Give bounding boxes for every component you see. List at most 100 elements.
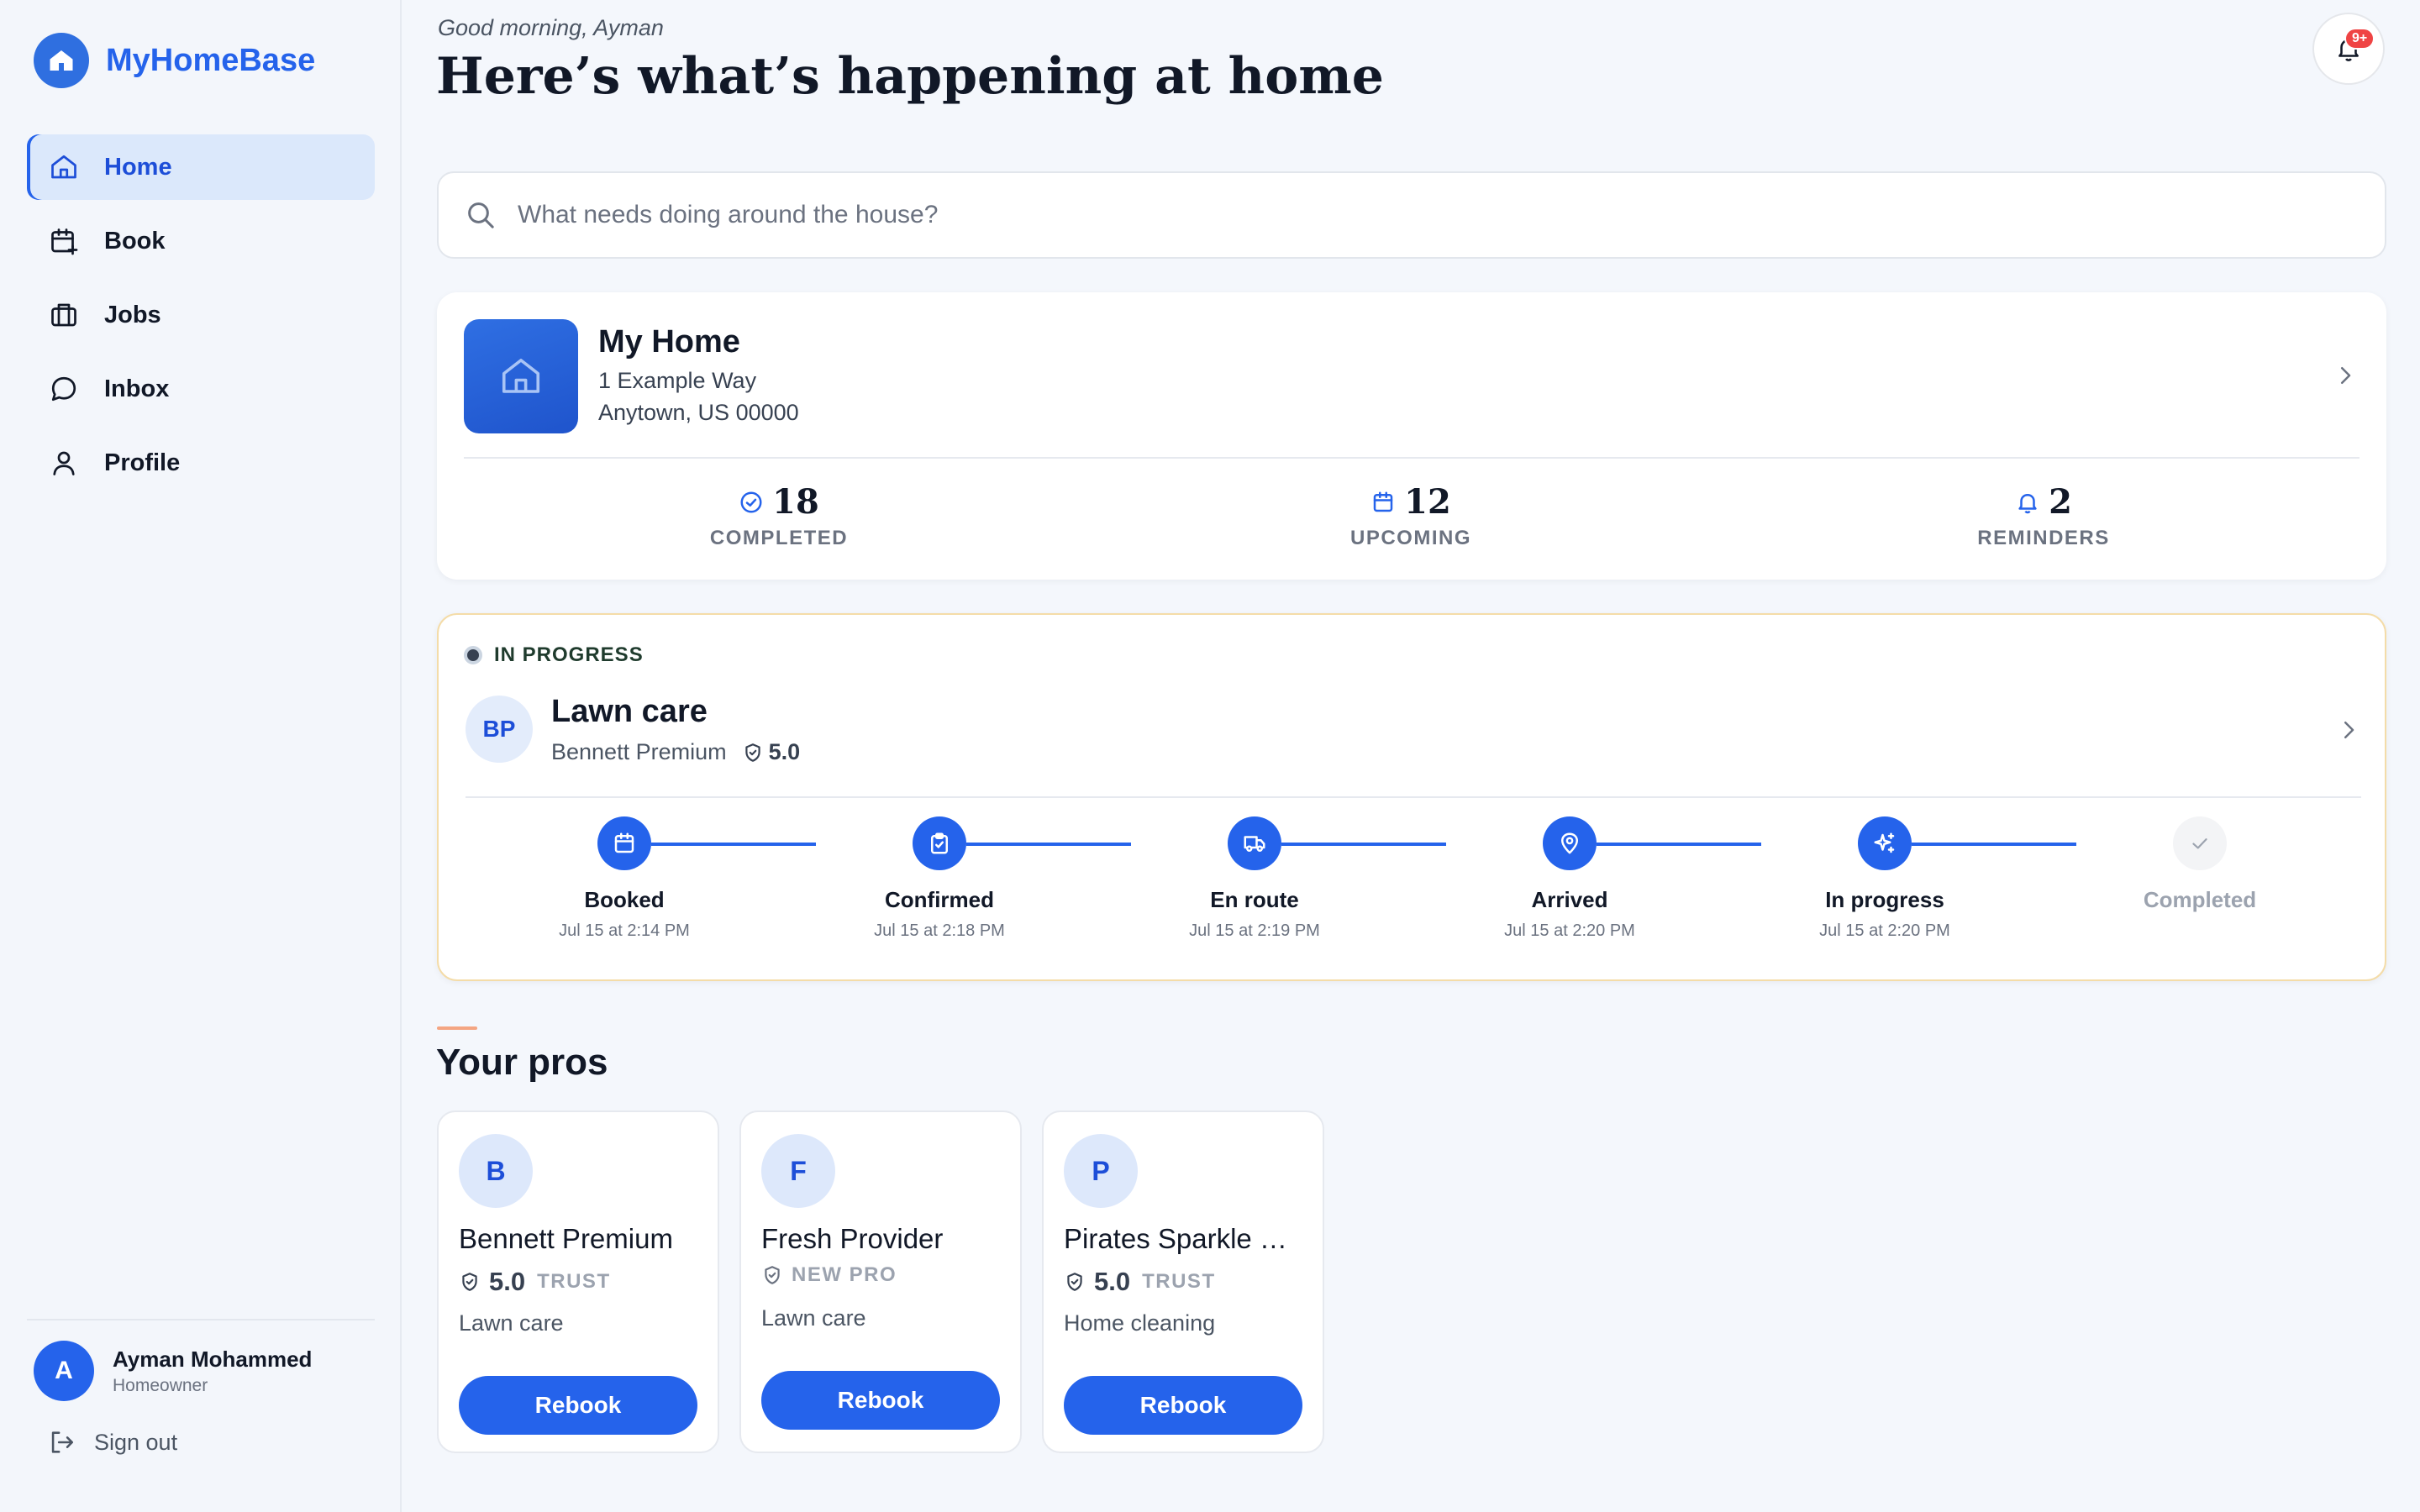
rebook-button[interactable]: Rebook: [459, 1376, 697, 1435]
nav-label: Jobs: [104, 301, 161, 328]
pro-service: Lawn care: [459, 1310, 564, 1336]
step-connector: [1912, 843, 2076, 846]
sparkles-icon: [1858, 816, 1912, 870]
nav-item-home[interactable]: Home: [27, 134, 375, 200]
pro-trust: 5.0 TRUST: [1064, 1267, 1216, 1297]
pro-card[interactable]: B Bennett Premium 5.0 TRUST Lawn care Re…: [437, 1110, 719, 1453]
step-label: Booked: [584, 887, 665, 912]
search-icon: [464, 198, 497, 232]
sign-out-label: Sign out: [94, 1429, 178, 1455]
pro-badge: NEW PRO: [792, 1263, 897, 1286]
pro-name: Fresh Provider: [761, 1223, 944, 1254]
pro-score: 5.0: [489, 1267, 526, 1296]
nav-item-jobs[interactable]: Jobs: [27, 282, 375, 348]
job-subtitle: Bennett Premium 5.0: [551, 739, 800, 765]
step-time: Jul 15 at 2:20 PM: [1504, 921, 1635, 940]
clipboard-check-icon: [913, 816, 966, 870]
rebook-button[interactable]: Rebook: [761, 1371, 1000, 1430]
divider: [464, 457, 2360, 459]
shield-check-icon: [1064, 1271, 1086, 1293]
nav-label: Inbox: [104, 375, 170, 402]
nav-item-book[interactable]: Book: [27, 208, 375, 274]
pro-avatar: B: [459, 1134, 533, 1208]
step-time: Jul 15 at 2:20 PM: [1819, 921, 1950, 940]
step-time: Jul 15 at 2:14 PM: [559, 921, 690, 940]
chat-bubble-icon: [47, 372, 81, 406]
map-pin-icon: [1543, 816, 1597, 870]
app-name: MyHomeBase: [106, 42, 316, 78]
step-connector: [966, 843, 1131, 846]
nav-item-inbox[interactable]: Inbox: [27, 356, 375, 422]
main-nav: Home Book Jobs Inbox Profile: [27, 134, 375, 504]
progress-step-in-progress: In progress Jul 15 at 2:20 PM: [1759, 816, 2076, 941]
step-label: Confirmed: [885, 887, 994, 912]
home-card[interactable]: My Home 1 Example Way Anytown, US 00000 …: [437, 292, 2386, 580]
stat-reminders: 2 REMINDERS: [1876, 482, 2212, 550]
pro-card[interactable]: F Fresh Provider NEW PRO Lawn care Reboo…: [739, 1110, 1022, 1453]
nav-label: Book: [104, 227, 166, 255]
step-connector: [1597, 843, 1761, 846]
sidebar: MyHomeBase Home Book Jobs Inbox Profile …: [0, 0, 402, 1512]
home-address-line1: 1 Example Way: [598, 368, 757, 393]
status-badge: IN PROGRESS: [464, 643, 644, 667]
user-icon: [47, 446, 81, 480]
step-connector: [1281, 843, 1446, 846]
rebook-button[interactable]: Rebook: [1064, 1376, 1302, 1435]
pro-avatar: F: [761, 1134, 835, 1208]
active-job-card[interactable]: IN PROGRESS BP Lawn care Bennett Premium…: [437, 613, 2386, 981]
house-logo-icon: [34, 33, 89, 88]
sign-out-button[interactable]: Sign out: [47, 1428, 177, 1457]
pro-badge: TRUST: [537, 1270, 611, 1293]
home-icon: [47, 150, 81, 184]
greeting: Good morning, Ayman: [438, 15, 664, 40]
pro-service: Home cleaning: [1064, 1310, 1216, 1336]
progress-step-en-route: En route Jul 15 at 2:19 PM: [1128, 816, 1446, 941]
home-address-line2: Anytown, US 00000: [598, 400, 799, 425]
progress-step-confirmed: Confirmed Jul 15 at 2:18 PM: [813, 816, 1131, 941]
divider: [466, 796, 2361, 798]
progress-step-completed: Completed: [2074, 816, 2326, 921]
pro-avatar: P: [1064, 1134, 1138, 1208]
step-label: En route: [1210, 887, 1299, 912]
step-time: Jul 15 at 2:18 PM: [874, 921, 1005, 940]
stat-value: 2: [2049, 482, 2072, 522]
chevron-right-icon[interactable]: [2333, 363, 2358, 388]
rating-value: 5.0: [768, 739, 801, 764]
stat-value: 12: [1404, 482, 1451, 522]
search-input[interactable]: [516, 200, 2284, 230]
home-thumbnail: [464, 319, 578, 433]
provider-name: Bennett Premium: [551, 739, 727, 764]
step-time: Jul 15 at 2:19 PM: [1189, 921, 1320, 940]
pro-badge: TRUST: [1142, 1270, 1216, 1293]
pro-service: Lawn care: [761, 1305, 866, 1331]
step-label: Arrived: [1531, 887, 1608, 912]
sign-out-icon: [47, 1428, 76, 1457]
home-icon: [498, 354, 544, 399]
notifications-button[interactable]: 9+: [2312, 13, 2385, 85]
stat-label: COMPLETED: [709, 527, 849, 549]
sidebar-divider: [27, 1319, 375, 1320]
pro-card[interactable]: P Pirates Sparkle … 5.0 TRUST Home clean…: [1042, 1110, 1324, 1453]
user-name: Ayman Mohammed: [113, 1346, 313, 1372]
provider-rating: 5.0: [742, 739, 801, 765]
brand[interactable]: MyHomeBase: [34, 32, 315, 89]
progress-step-booked: Booked Jul 15 at 2:14 PM: [498, 816, 816, 941]
provider-avatar: BP: [466, 696, 533, 763]
step-connector: [651, 843, 816, 846]
progress-step-arrived: Arrived Jul 15 at 2:20 PM: [1444, 816, 1761, 941]
bell-icon: [2015, 490, 2040, 515]
status-text: IN PROGRESS: [494, 643, 644, 666]
nav-label: Profile: [104, 449, 181, 476]
status-dot: [464, 646, 482, 664]
pro-name: Bennett Premium: [459, 1223, 673, 1254]
stat-label: UPCOMING: [1350, 527, 1471, 549]
chevron-right-icon[interactable]: [2336, 717, 2361, 743]
truck-icon: [1228, 816, 1281, 870]
step-label: Completed: [2143, 887, 2257, 912]
stat-completed: 18 COMPLETED: [611, 482, 947, 550]
home-name: My Home: [598, 324, 740, 360]
shield-check-icon: [459, 1271, 481, 1293]
search-bar[interactable]: [437, 171, 2386, 259]
nav-item-profile[interactable]: Profile: [27, 430, 375, 496]
user-card[interactable]: A Ayman Mohammed Homeowner: [34, 1341, 312, 1401]
